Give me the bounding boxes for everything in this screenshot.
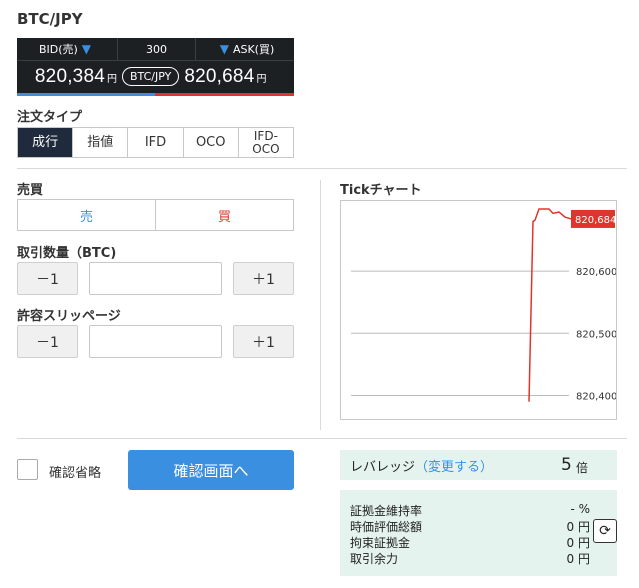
info-value: - %: [570, 502, 590, 516]
order-type-limit[interactable]: 指値: [73, 128, 129, 157]
divider-bottom: [17, 438, 627, 439]
order-type-ifd[interactable]: IFD: [128, 128, 184, 157]
leverage-change-link[interactable]: （変更する）: [415, 456, 493, 475]
y-tick-label: 820,400: [576, 391, 616, 402]
bid-yen: 円: [107, 73, 117, 85]
ask-accent-bar: [155, 93, 294, 96]
info-value: 0 円: [566, 520, 590, 534]
bid-label: BID(売): [38, 43, 78, 56]
confirm-skip-checkbox[interactable]: [17, 459, 38, 480]
ask-yen: 円: [256, 73, 267, 85]
bid-header: BID(売) ▼: [17, 38, 118, 60]
side-selector: 売 買: [17, 199, 294, 231]
buy-button[interactable]: 買: [156, 200, 293, 230]
y-tick-label: 820,600: [576, 267, 616, 278]
info-key: 取引余力: [350, 552, 399, 566]
order-type-ifd-oco[interactable]: IFD- OCO: [239, 128, 293, 157]
y-tick-label: 820,500: [576, 329, 616, 340]
bid-down-arrow-icon: ▼: [81, 42, 92, 56]
refresh-icon[interactable]: ⟳: [593, 519, 617, 543]
pair-title: BTC/JPY: [17, 10, 83, 28]
quantity-minus-button[interactable]: －1: [17, 262, 78, 295]
info-key: 時価評価総額: [350, 520, 423, 534]
divider-top: [17, 168, 627, 169]
quote-header: BID(売) ▼ 300 ▼ ASK(買): [17, 38, 294, 61]
ask-price-block[interactable]: 820,684 円: [184, 66, 284, 88]
bid-price: 820,384: [34, 65, 105, 87]
quantity-label: 取引数量（BTC): [17, 246, 117, 261]
bid-price-block[interactable]: 820,384 円: [17, 66, 117, 88]
info-key: 証拠金維持率: [350, 504, 423, 518]
account-info-panel: 証拠金維持率 - % 時価評価総額 0 円 拘束証拠金 0 円 取引余力 0 円: [340, 490, 617, 576]
last-price-label: 820,684: [575, 215, 616, 226]
quantity-plus-button[interactable]: ＋1: [233, 262, 294, 295]
quote-prices: 820,384 円 BTC/JPY 820,684 円: [17, 61, 294, 92]
pair-pill: BTC/JPY: [122, 67, 180, 86]
info-key: 拘束証拠金: [350, 536, 411, 550]
order-type-label: 注文タイプ: [17, 110, 83, 125]
info-value: 0 円: [566, 552, 590, 566]
leverage-label: レバレッジ: [350, 459, 416, 475]
slippage-label: 許容スリッページ: [17, 309, 121, 324]
sell-button[interactable]: 売: [18, 200, 156, 230]
confirm-skip-label: 確認省略: [49, 466, 102, 481]
price-line: [528, 208, 572, 402]
ask-label: ASK(買): [232, 43, 275, 56]
order-type-oco[interactable]: OCO: [184, 128, 239, 157]
ask-header: ▼ ASK(買): [196, 38, 294, 60]
tick-chart: 820,600 820,500 820,400 820,684: [340, 200, 617, 420]
bid-accent-bar: [17, 93, 155, 96]
slippage-input[interactable]: [89, 325, 222, 358]
leverage-panel: レバレッジ （変更する） 5 倍: [340, 450, 617, 480]
confirm-screen-button[interactable]: 確認画面へ: [128, 450, 294, 490]
info-value: 0 円: [566, 536, 590, 550]
quantity-input[interactable]: [89, 262, 222, 295]
tick-chart-label: Tickチャート: [340, 183, 422, 198]
slippage-plus-button[interactable]: ＋1: [233, 325, 294, 358]
leverage-value: 5: [561, 455, 572, 475]
ask-down-arrow-icon: ▼: [219, 42, 229, 56]
slippage-minus-button[interactable]: －1: [17, 325, 78, 358]
side-label: 売買: [17, 183, 44, 198]
quote-panel: BID(売) ▼ 300 ▼ ASK(買) 820,384 円 BTC/JPY 8…: [17, 38, 294, 96]
order-type-tabs: 成行 指値 IFD OCO IFD- OCO: [17, 127, 294, 158]
tick-chart-svg: 820,600 820,500 820,400 820,684: [351, 208, 617, 402]
ask-price: 820,684: [184, 65, 255, 87]
spread-value: 300: [118, 38, 196, 60]
order-type-market[interactable]: 成行: [18, 128, 74, 157]
leverage-unit: 倍: [576, 461, 589, 475]
divider-vertical: [320, 180, 321, 430]
